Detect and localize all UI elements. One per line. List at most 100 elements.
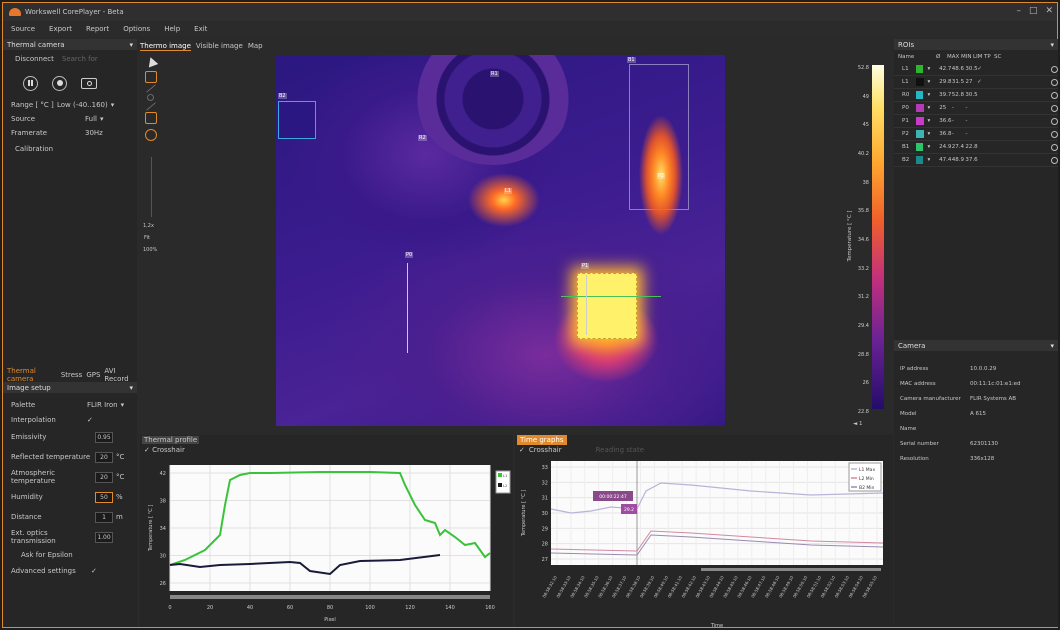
legend-swatch (498, 483, 502, 487)
palette-label: Palette (11, 400, 36, 409)
zoom-100-button[interactable]: 100% (143, 247, 161, 253)
atmospheric-temp-input[interactable]: 20 (95, 471, 113, 483)
tab-stress[interactable]: Stress (61, 371, 83, 379)
menu-options[interactable]: Options (123, 25, 150, 33)
zoom-fit-button[interactable]: Fit (144, 235, 161, 241)
roi-color-swatch[interactable] (915, 156, 924, 164)
tab-time-graphs[interactable]: Time graphs (517, 435, 567, 445)
roi-settings-icon[interactable] (1051, 117, 1058, 125)
menu-report[interactable]: Report (86, 25, 109, 33)
rectangle-roi-tool-icon[interactable] (145, 71, 157, 83)
collapse-icon[interactable]: ▾ (129, 384, 133, 392)
reflected-temp-label: Reflected temperature (11, 453, 91, 461)
zoom-slider[interactable] (151, 157, 152, 217)
roi-row[interactable]: B1 ▾ 24.9 27.4 22.8 (894, 141, 1058, 154)
crosshair-checkbox[interactable]: ✓ (144, 446, 152, 454)
scale-tick: 22.8 (857, 409, 869, 415)
humidity-input[interactable]: 50 (95, 491, 113, 503)
y-axis-label: Temperature [ °C ] (521, 490, 527, 537)
roi-settings-icon[interactable] (1051, 91, 1058, 99)
zoom-tool-icon[interactable] (145, 129, 157, 141)
scale-footer[interactable]: ◄ 1 (853, 421, 862, 427)
range-select[interactable]: Low (-40..160) (57, 101, 108, 109)
minimize-button[interactable]: – (1016, 6, 1021, 16)
roi-avg: 36.6 (939, 118, 952, 124)
point-roi-tool-icon[interactable] (147, 94, 154, 101)
roi-lim[interactable]: ✓ (977, 66, 996, 72)
interpolation-checkbox[interactable]: ✓ (87, 416, 93, 424)
tab-gps[interactable]: GPS (86, 371, 100, 379)
roi-color-swatch[interactable] (915, 117, 924, 125)
chevron-down-icon: ▾ (99, 115, 104, 123)
ask-epsilon-button[interactable]: Ask for Epsilon (21, 551, 73, 559)
collapse-icon[interactable]: ▾ (129, 41, 133, 49)
interpolation-label: Interpolation (11, 415, 56, 424)
close-button[interactable]: ✕ (1045, 6, 1053, 16)
pause-button[interactable] (23, 75, 38, 91)
roi-row[interactable]: P2 ▾ 36.8- - (894, 128, 1058, 141)
thermal-profile-panel: Thermal profile ✓ Crosshair 0 20 40 60 80 100… (140, 435, 513, 627)
thermal-profile-chart[interactable]: 0 20 40 60 80 100 120 140 160 26 30 34 38 42 Pixel Temp… (140, 457, 513, 627)
roi-color-swatch[interactable] (915, 130, 924, 138)
roi-row[interactable]: L1 ▾ 29.8 31.5 27 ✓ (894, 76, 1058, 89)
x-scrollbar[interactable] (701, 568, 881, 571)
reflected-temp-input[interactable]: 20 (95, 451, 113, 463)
roi-row[interactable]: L1 ▾ 42.7 48.6 30.5 ✓ (894, 63, 1058, 76)
tab-thermal-profile[interactable]: Thermal profile (142, 436, 200, 444)
roi-settings-icon[interactable] (1051, 104, 1058, 112)
palette-select[interactable]: FLIR Iron (87, 401, 118, 409)
calibration-button[interactable]: Calibration (15, 145, 53, 153)
menu-exit[interactable]: Exit (194, 25, 207, 33)
tab-thermal-camera[interactable]: Thermal camera (7, 367, 57, 383)
polyline-tool-icon[interactable] (146, 102, 156, 111)
roi-color-swatch[interactable] (915, 104, 924, 112)
time-graphs-chart[interactable]: 2728293031323308:58:32:1008:58:33:1008:5… (515, 457, 893, 627)
roi-row[interactable]: P0 ▾ 25- - (894, 102, 1058, 115)
tab-avi-record[interactable]: AVI Record (104, 367, 137, 383)
tab-thermo-image[interactable]: Thermo image (140, 42, 191, 51)
snapshot-button[interactable] (81, 77, 97, 89)
roi-color-swatch[interactable] (915, 78, 924, 86)
roi-settings-icon[interactable] (1051, 130, 1058, 138)
roi-color-swatch[interactable] (915, 65, 924, 73)
roi-settings-icon[interactable] (1051, 65, 1058, 73)
x-axis-label: Pixel (324, 617, 336, 623)
y-tick-label: 33 (542, 465, 548, 471)
y-tick-label: 31 (542, 496, 548, 502)
menu-help[interactable]: Help (164, 25, 180, 33)
source-select[interactable]: Full (85, 115, 97, 123)
roi-row[interactable]: B2 ▾ 47.4 48.9 37.6 (894, 154, 1058, 167)
roi-box-b2[interactable] (278, 101, 316, 139)
roi-color-swatch[interactable] (915, 91, 924, 99)
tab-visible-image[interactable]: Visible image (196, 42, 243, 51)
distance-input[interactable]: 1 (95, 511, 113, 523)
thermal-image[interactable]: R1 R2 L1 P0 P1 P2 B1 B2 (276, 55, 725, 426)
cursor-tool-icon[interactable] (145, 55, 159, 68)
line-roi-l1[interactable] (561, 296, 661, 297)
roi-settings-icon[interactable] (1051, 156, 1058, 164)
roi-settings-icon[interactable] (1051, 143, 1058, 151)
roi-row[interactable]: R0 ▾ 39.7 52.8 30.5 (894, 89, 1058, 102)
collapse-icon[interactable]: ▾ (1050, 342, 1054, 350)
roi-row[interactable]: P1 ▾ 36.6- - (894, 115, 1058, 128)
crosshair-checkbox[interactable]: ✓ (519, 446, 525, 454)
line-roi-tool-icon[interactable] (146, 84, 156, 93)
maximize-button[interactable]: □ (1029, 6, 1038, 16)
roi-box-b1[interactable] (629, 64, 689, 210)
roi-color-swatch[interactable] (915, 143, 924, 151)
grid-tool-icon[interactable] (145, 112, 157, 124)
disconnect-button[interactable]: Disconnect (15, 55, 54, 63)
menu-source[interactable]: Source (11, 25, 35, 33)
record-button[interactable] (52, 75, 67, 91)
roi-lim[interactable]: ✓ (977, 79, 996, 85)
optics-transmission-input[interactable]: 1.00 (95, 531, 113, 543)
collapse-icon[interactable]: ▾ (1050, 41, 1054, 49)
advanced-settings-checkbox[interactable]: ✓ (91, 567, 97, 575)
emissivity-input[interactable]: 0.95 (95, 431, 113, 443)
tab-map[interactable]: Map (248, 42, 263, 51)
scale-tick: 49 (862, 93, 869, 100)
framerate-value[interactable]: 30Hz (85, 129, 103, 137)
x-scrollbar[interactable] (170, 595, 490, 599)
menu-export[interactable]: Export (49, 25, 72, 33)
roi-settings-icon[interactable] (1051, 78, 1058, 86)
